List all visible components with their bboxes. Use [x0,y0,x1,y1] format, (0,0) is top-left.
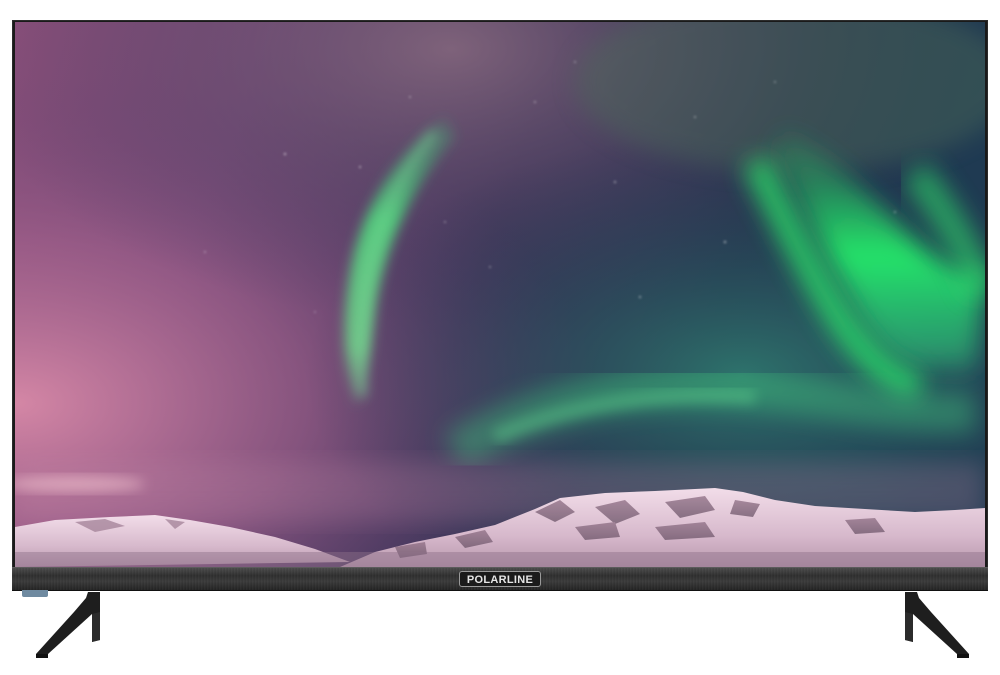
aurora-landscape-picture [15,22,985,567]
brand-logo: POLARLINE [459,571,541,587]
left-stand-leg [30,590,110,660]
tv-screen [15,22,985,567]
product-image: POLARLINE [0,0,1000,675]
right-stand-leg [895,590,975,660]
